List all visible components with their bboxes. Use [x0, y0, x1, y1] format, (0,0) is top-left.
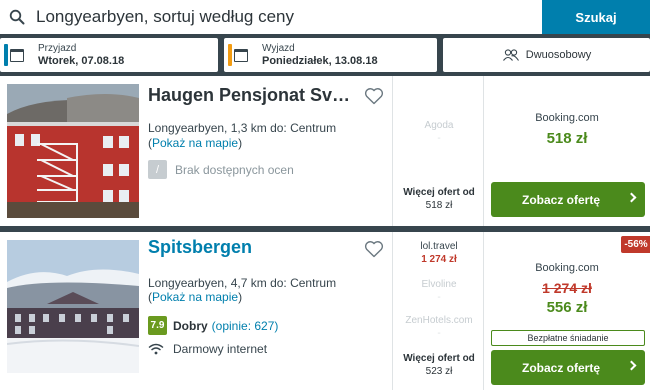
- free-breakfast-badge: Bezpłatne śniadanie: [491, 330, 645, 346]
- guests-icon: [502, 49, 519, 61]
- hotel-card: Spitsbergen Longyearbyen, 4,7 km do: Cen…: [0, 232, 650, 390]
- offer-row[interactable]: ZenHotels.com -: [393, 315, 485, 339]
- deal-provider: Booking.com: [535, 262, 599, 274]
- search-bar: Longyearbyen, sortuj według ceny Szukaj: [0, 0, 650, 34]
- offer-price: -: [437, 328, 441, 339]
- view-deal-button[interactable]: Zobacz ofertę: [491, 182, 645, 217]
- show-map-row: (Pokaż na mapie): [148, 136, 243, 150]
- checkout-accent: [228, 44, 232, 66]
- search-button[interactable]: Szukaj: [542, 0, 650, 34]
- checkin-accent: [4, 44, 8, 66]
- rating-badge: /: [148, 160, 167, 179]
- offer-provider: Elvoline: [421, 279, 457, 290]
- hotel-location: Longyearbyen, 4,7 km do: Centrum: [148, 276, 337, 290]
- search-query: Longyearbyen, sortuj według ceny: [36, 7, 294, 26]
- other-offers-column: lol.travel 1 274 zł Elvoline - ZenHotels…: [392, 232, 484, 390]
- discount-badge: -56%: [621, 236, 650, 253]
- offer-row[interactable]: lol.travel 1 274 zł: [393, 241, 485, 265]
- heart-icon[interactable]: [364, 240, 384, 258]
- offer-provider: lol.travel: [420, 241, 458, 252]
- checkin-value: Wtorek, 07.08.18: [38, 55, 125, 67]
- search-input[interactable]: Longyearbyen, sortuj według ceny: [0, 0, 542, 34]
- heart-icon[interactable]: [364, 87, 384, 105]
- checkout-label: Wyjazd: [262, 43, 295, 54]
- offer-price: 1 274 zł: [421, 254, 457, 265]
- hotel-name[interactable]: Spitsbergen: [148, 237, 356, 258]
- hotel-photo[interactable]: [7, 240, 139, 373]
- show-map-row: (Pokaż na mapie): [148, 290, 243, 304]
- rating-word: Dobry: [173, 318, 208, 333]
- chevron-right-icon: [626, 192, 637, 203]
- deal-old-price: 1 274 zł: [542, 280, 592, 296]
- more-offers-link[interactable]: Więcej ofert od 523 zł: [393, 352, 485, 378]
- room-type-selector[interactable]: Dwuosobowy: [443, 38, 650, 72]
- hotel-photo[interactable]: [7, 84, 139, 218]
- checkout-value: Poniedziałek, 13.08.18: [262, 55, 378, 67]
- chevron-right-icon: [626, 360, 637, 371]
- search-icon: [0, 0, 34, 34]
- date-selector-row: Przyjazd Wtorek, 07.08.18 Wyjazd Poniedz…: [0, 34, 650, 76]
- rating-badge: 7.9: [148, 316, 167, 335]
- calendar-icon: [10, 48, 24, 62]
- view-deal-button[interactable]: Zobacz ofertę: [491, 350, 645, 385]
- hotel-name[interactable]: Haugen Pensjonat Svalbard: [148, 85, 356, 106]
- wifi-icon: [148, 343, 164, 355]
- rating-text: Brak dostępnych ocen: [175, 162, 294, 177]
- checkout-date-picker[interactable]: Wyjazd Poniedziałek, 13.08.18: [224, 38, 437, 72]
- offer-row[interactable]: Elvoline -: [393, 279, 485, 303]
- offer-price: -: [437, 292, 441, 303]
- deal-price: 518 zł: [546, 130, 588, 147]
- offer-row[interactable]: Agoda -: [393, 120, 485, 144]
- offer-provider: ZenHotels.com: [405, 315, 473, 326]
- amenity-row: Darmowy internet: [148, 342, 267, 356]
- deal-provider: Booking.com: [535, 112, 599, 124]
- offer-provider: Agoda: [424, 120, 454, 131]
- show-on-map-link[interactable]: Pokaż na mapie: [152, 290, 238, 304]
- reviews-count-link[interactable]: (opinie: 627): [212, 319, 279, 333]
- rating-row: 7.9 Dobry (opinie: 627): [148, 316, 278, 335]
- offer-price: -: [437, 133, 441, 144]
- checkin-date-picker[interactable]: Przyjazd Wtorek, 07.08.18: [0, 38, 218, 72]
- checkin-label: Przyjazd: [38, 43, 77, 54]
- best-deal-column: -56% Booking.com 1 274 zł 556 zł Bezpłat…: [484, 232, 650, 390]
- amenity-label: Darmowy internet: [173, 342, 268, 356]
- show-on-map-link[interactable]: Pokaż na mapie: [152, 136, 238, 150]
- other-offers-column: Agoda - Więcej ofert od 518 zł: [392, 76, 484, 226]
- calendar-icon: [234, 48, 248, 62]
- rating-row: / Brak dostępnych ocen: [148, 160, 294, 179]
- deal-price: 556 zł: [546, 299, 588, 316]
- room-type-label: Dwuosobowy: [525, 49, 592, 61]
- best-deal-column: Booking.com 518 zł Zobacz ofertę: [484, 76, 650, 226]
- hotel-location: Longyearbyen, 1,3 km do: Centrum: [148, 121, 337, 135]
- more-offers-link[interactable]: Więcej ofert od 518 zł: [393, 186, 485, 212]
- hotel-card: Haugen Pensjonat Svalbard Longyearbyen, …: [0, 76, 650, 226]
